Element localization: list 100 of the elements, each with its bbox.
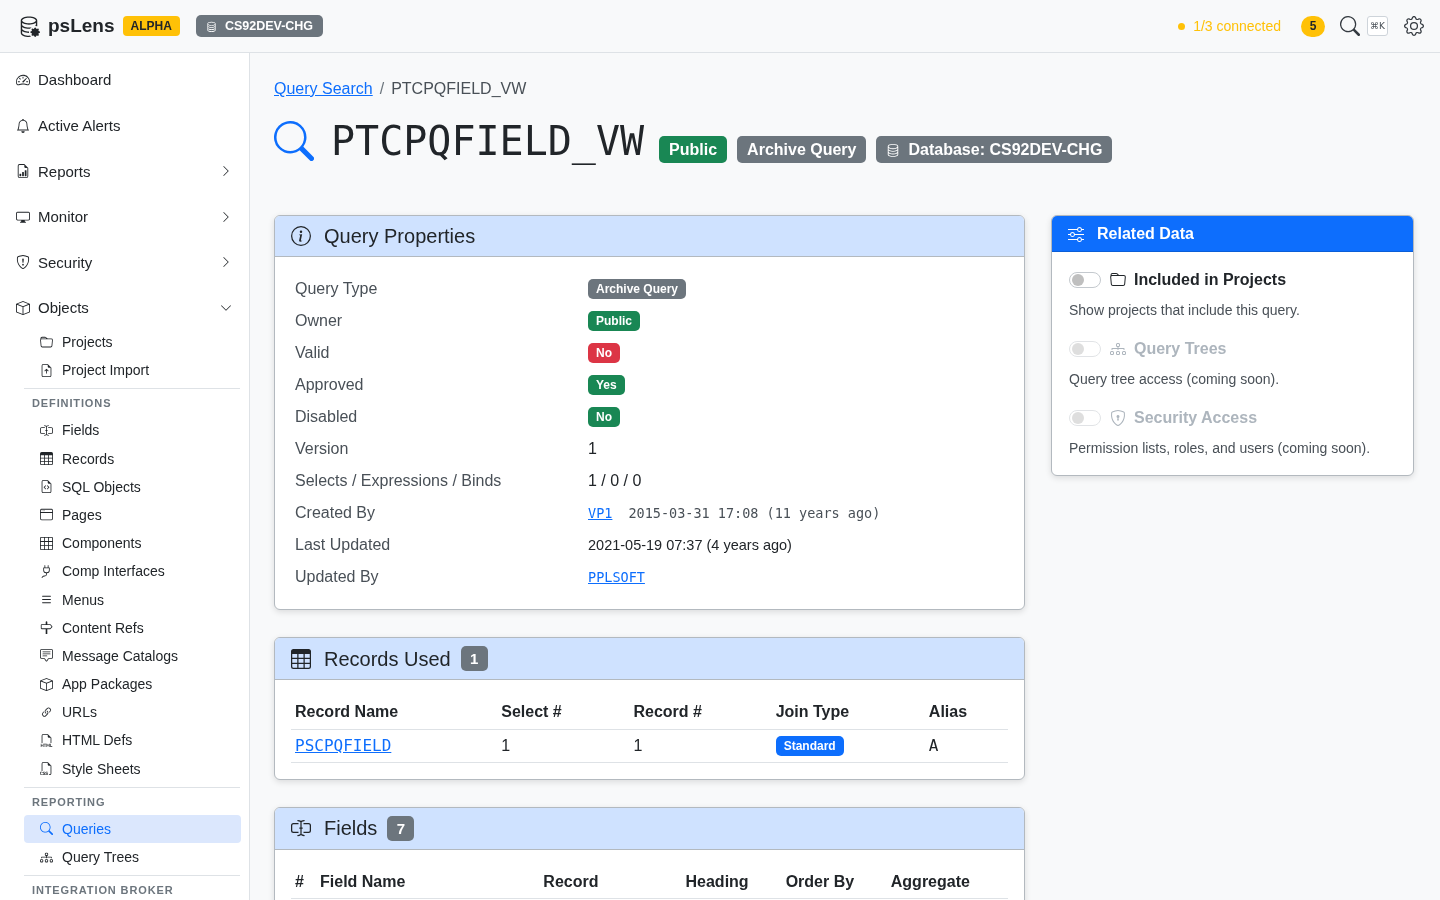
record-link[interactable]: PSCPQFIELD bbox=[295, 736, 392, 755]
database-icon bbox=[886, 142, 901, 157]
css-file-icon bbox=[40, 762, 53, 776]
search-icon bbox=[274, 121, 314, 161]
property-label: Valid bbox=[295, 344, 331, 362]
brand-link[interactable]: psLens bbox=[18, 15, 115, 37]
folder-icon bbox=[1110, 272, 1126, 288]
value-badge: Public bbox=[588, 311, 640, 331]
property-label: Approved bbox=[295, 376, 365, 394]
settings-icon bbox=[1404, 16, 1424, 36]
connection-status: 1/3 connected bbox=[1193, 18, 1282, 34]
user-link[interactable]: PPLSOFT bbox=[588, 569, 645, 585]
status-badge: Public bbox=[659, 136, 728, 163]
sidebar-item[interactable]: Project Import bbox=[24, 356, 241, 385]
sidebar-item[interactable]: Objects bbox=[0, 287, 249, 328]
shield-icon bbox=[16, 255, 30, 270]
sidebar-item[interactable]: Queries bbox=[24, 814, 241, 843]
monitor-icon bbox=[16, 209, 30, 224]
property-value: 1 / 0 / 0 bbox=[588, 472, 642, 490]
sidebar-item[interactable]: Active Alerts bbox=[0, 105, 249, 146]
column-header: Order By bbox=[781, 865, 887, 899]
hierarchy-icon bbox=[40, 850, 53, 864]
card-title: Fields bbox=[324, 816, 378, 840]
column-header: # bbox=[291, 865, 317, 899]
value-badge: No bbox=[588, 343, 620, 363]
count-badge: 7 bbox=[387, 815, 415, 841]
breadcrumb-current: PTCPQFIELD_VW bbox=[391, 79, 527, 99]
property-label: Created By bbox=[295, 504, 377, 522]
column-header: Record bbox=[539, 865, 682, 899]
toggle-description: Show projects that include this query. bbox=[1069, 301, 1301, 320]
card-title: Query Properties bbox=[324, 224, 476, 248]
column-header: Aggregate bbox=[886, 865, 1008, 899]
hierarchy-icon bbox=[1110, 341, 1126, 357]
sidebar-item[interactable]: Fields bbox=[24, 416, 241, 445]
property-label: Owner bbox=[295, 312, 344, 330]
sidebar-item[interactable]: URLs bbox=[24, 698, 241, 727]
property-label: Query Type bbox=[295, 280, 379, 298]
value-badge: Archive Query bbox=[588, 279, 687, 299]
sidebar-item[interactable]: Reports bbox=[0, 151, 249, 192]
sidebar-item[interactable]: Pages bbox=[24, 500, 241, 530]
database-gear-icon bbox=[18, 15, 40, 37]
property-value: 1 bbox=[588, 440, 597, 458]
property-value: 2021-05-19 07:37 (4 years ago) bbox=[588, 537, 792, 553]
sidebar-item[interactable]: App Packages bbox=[24, 670, 241, 699]
join-type-badge: Standard bbox=[775, 735, 844, 756]
property-label: Last Updated bbox=[295, 536, 392, 554]
sidebar-item[interactable]: Security bbox=[0, 242, 249, 283]
database-icon bbox=[205, 20, 217, 32]
column-header: Record # bbox=[629, 696, 772, 729]
column-header: Field Name bbox=[316, 865, 540, 899]
sidebar-item[interactable]: Query Trees bbox=[24, 842, 241, 872]
status-badge: Archive Query bbox=[737, 136, 867, 163]
property-label: Updated By bbox=[295, 568, 380, 586]
chat-icon bbox=[40, 649, 53, 663]
settings-button[interactable] bbox=[1404, 16, 1424, 36]
bell-icon bbox=[16, 118, 30, 133]
sidebar-item[interactable]: HTML Defs bbox=[24, 726, 241, 755]
shield-lock-icon bbox=[1110, 410, 1126, 426]
speedometer-icon bbox=[16, 73, 30, 87]
database-label: Database: CS92DEV-CHG bbox=[908, 140, 1103, 159]
sidebar-item[interactable]: Components bbox=[24, 529, 241, 558]
stage-badge: ALPHA bbox=[122, 16, 180, 36]
search-icon bbox=[40, 822, 53, 836]
property-label: Version bbox=[295, 440, 350, 458]
count-badge: 1 bbox=[460, 646, 488, 671]
sidebar-item[interactable]: SQL Objects bbox=[24, 472, 241, 501]
signpost-icon bbox=[40, 621, 53, 635]
table-cell: 1 bbox=[497, 729, 630, 762]
sidebar-item[interactable]: Monitor bbox=[0, 196, 249, 237]
breadcrumb-link[interactable]: Query Search bbox=[274, 77, 373, 101]
window-icon bbox=[40, 508, 53, 522]
table-cell: 1 bbox=[629, 729, 772, 762]
cube-icon bbox=[40, 677, 53, 691]
sidebar-item[interactable]: Records bbox=[24, 444, 241, 473]
cube-icon bbox=[16, 300, 30, 315]
html-file-icon bbox=[40, 734, 53, 747]
column-header: Select # bbox=[497, 696, 630, 729]
table-icon bbox=[40, 452, 53, 466]
toggle-switch[interactable] bbox=[1069, 272, 1101, 288]
alert-count-badge[interactable]: 5 bbox=[1301, 15, 1326, 37]
toggle-label: Security Access bbox=[1134, 409, 1258, 427]
sidebar-item[interactable]: Style Sheets bbox=[24, 754, 241, 783]
breadcrumb-separator: / bbox=[379, 79, 385, 99]
sidebar-item[interactable]: Content Refs bbox=[24, 613, 241, 642]
sidebar-item[interactable]: Menus bbox=[24, 585, 241, 614]
user-link[interactable]: VP1 bbox=[588, 505, 613, 521]
column-header: Record Name bbox=[291, 696, 498, 729]
sidebar-item[interactable]: Comp Interfaces bbox=[24, 557, 241, 586]
code-file-icon bbox=[40, 480, 53, 494]
sidebar-item[interactable]: Dashboard bbox=[0, 60, 249, 100]
column-header: Heading bbox=[681, 865, 782, 899]
search-icon bbox=[1340, 16, 1361, 36]
folder-icon bbox=[40, 335, 53, 349]
toggle-label: Included in Projects bbox=[1134, 271, 1287, 289]
sidebar-item[interactable]: Message Catalogs bbox=[24, 641, 241, 670]
info-icon bbox=[291, 226, 311, 246]
shortcut-key: ⌘K bbox=[1367, 16, 1388, 36]
sidebar-item[interactable]: Projects bbox=[24, 327, 241, 357]
search-button[interactable] bbox=[1340, 16, 1361, 36]
column-header: Alias bbox=[924, 696, 1008, 729]
